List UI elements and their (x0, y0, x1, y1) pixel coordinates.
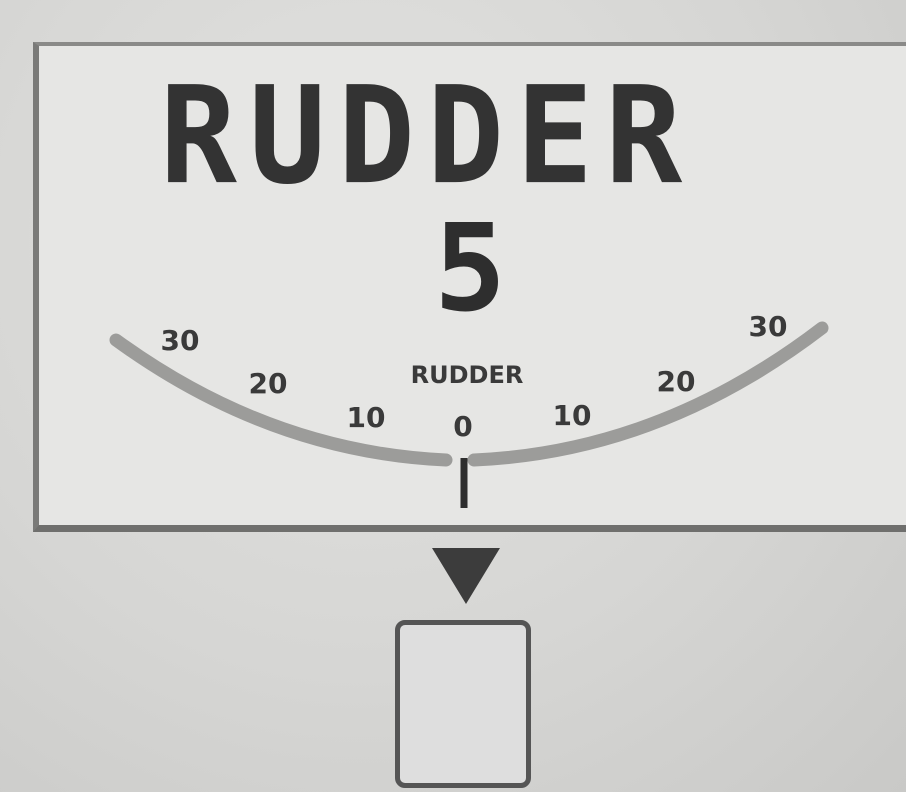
down-arrow-icon (432, 548, 500, 604)
answer-box[interactable] (395, 620, 531, 788)
rudder-readout: 5 (433, 200, 507, 339)
rudder-figure: RUDDER 5 RUDDER 30 20 10 0 10 20 30 (0, 0, 906, 792)
gauge-title: RUDDER (159, 58, 695, 215)
